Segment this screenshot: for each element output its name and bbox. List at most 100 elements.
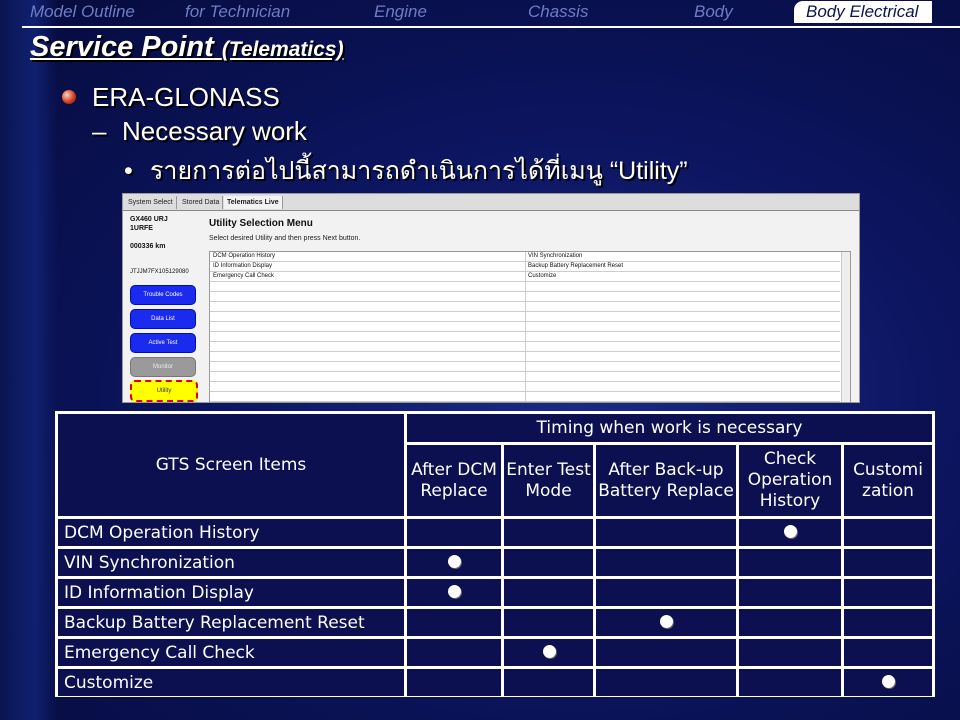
timing-cell — [407, 639, 501, 666]
grid-cell[interactable]: Emergency Call Check — [213, 272, 274, 281]
timing-cell — [596, 519, 736, 546]
vehicle-engine: 1URFE — [130, 225, 153, 232]
grid-row — [210, 352, 840, 362]
vehicle-model: GX460 URJ — [130, 216, 168, 223]
row-item-label: VIN Synchronization — [58, 549, 404, 576]
timing-cell — [844, 549, 932, 576]
gts-tab-bar: System Select Stored Data Telematics Liv… — [123, 194, 859, 211]
timing-cell — [596, 609, 736, 636]
grid-cell[interactable]: DCM Operation History — [213, 252, 275, 261]
nav-model-outline[interactable]: Model Outline — [30, 2, 135, 22]
tab-telematics-live[interactable]: Telematics Live — [224, 196, 283, 209]
header-customization: Customi zation — [844, 445, 932, 516]
timing-cell — [739, 519, 841, 546]
check-dot-icon — [784, 525, 797, 538]
timing-cell — [844, 519, 932, 546]
grid-row — [210, 382, 840, 392]
utility-selection-grid: DCM Operation History VIN Synchronizatio… — [209, 251, 851, 402]
check-dot-icon — [660, 615, 673, 628]
grid-scrollbar[interactable] — [841, 252, 850, 402]
tab-stored-data[interactable]: Stored Data — [179, 196, 224, 209]
page-title-sub: (Telematics) — [221, 38, 344, 61]
nav-body-electrical[interactable]: Body Electrical — [794, 1, 933, 23]
timing-cell — [407, 579, 501, 606]
timing-cell — [739, 609, 841, 636]
grid-row — [210, 312, 840, 322]
active-test-button[interactable]: Active Test — [130, 333, 196, 353]
vehicle-odometer: 000336 km — [130, 243, 166, 250]
grid-cell[interactable]: Backup Battery Replacement Reset — [528, 262, 623, 271]
grid-row — [210, 322, 840, 332]
monitor-button[interactable]: Monitor — [130, 357, 196, 377]
timing-cell — [504, 609, 593, 636]
timing-cell — [739, 639, 841, 666]
timing-cell — [407, 519, 501, 546]
grid-row[interactable]: ID Information Display Backup Battery Re… — [210, 262, 840, 272]
timing-cell — [739, 579, 841, 606]
gts-screenshot: System Select Stored Data Telematics Liv… — [122, 193, 860, 403]
grid-cell[interactable]: Customize — [528, 272, 556, 281]
timing-cell — [844, 639, 932, 666]
check-dot-icon — [448, 585, 461, 598]
grid-cell[interactable]: VIN Synchronization — [528, 252, 582, 261]
subheading-necessary-work: – Necessary work — [92, 116, 307, 147]
nav-divider — [22, 26, 960, 28]
timing-table: GTS Screen Items Timing when work is nec… — [55, 411, 935, 697]
page-title-main: Service Point — [30, 31, 214, 63]
grid-row — [210, 372, 840, 382]
header-timing-group: Timing when work is necessary — [407, 414, 932, 442]
trouble-codes-button[interactable]: Trouble Codes — [130, 285, 196, 305]
timing-cell — [504, 549, 593, 576]
nav-body[interactable]: Body — [694, 2, 733, 22]
thai-instruction-text: รายการต่อไปนี้สามารถดำเนินการได้ที่เมนู … — [150, 157, 688, 185]
row-item-label: Customize — [58, 669, 404, 696]
data-list-button[interactable]: Data List — [130, 309, 196, 329]
header-after-battery-replace: After Back-up Battery Replace — [596, 445, 736, 516]
gts-left-panel: GX460 URJ 1URFE 000336 km JTJJM7FX105129… — [123, 211, 203, 402]
timing-cell — [844, 579, 932, 606]
header-after-dcm-replace: After DCM Replace — [407, 445, 501, 516]
timing-cell — [844, 669, 932, 696]
header-enter-test-mode: Enter Test Mode — [504, 445, 593, 516]
grid-row — [210, 332, 840, 342]
grid-row — [210, 282, 840, 292]
thai-instruction-line: • รายการต่อไปนี้สามารถดำเนินการได้ที่เมนู… — [124, 151, 688, 191]
header-check-operation-history: Check Operation History — [739, 445, 841, 516]
grid-row — [210, 392, 840, 402]
timing-cell — [407, 669, 501, 696]
dash-marker: – — [92, 116, 107, 146]
heading-era-glonass: ERA-GLONASS — [92, 82, 280, 112]
utility-button[interactable]: Utility — [130, 380, 198, 402]
timing-cell — [504, 639, 593, 666]
gts-main-panel: Utility Selection Menu Select desired Ut… — [203, 211, 859, 402]
timing-cell — [596, 579, 736, 606]
check-dot-icon — [542, 645, 556, 658]
row-item-label: ID Information Display — [58, 579, 404, 606]
row-item-label: Backup Battery Replacement Reset — [58, 609, 404, 636]
subheading-text: Necessary work — [122, 116, 307, 146]
timing-cell — [739, 549, 841, 576]
header-gts-screen-items: GTS Screen Items — [58, 414, 404, 516]
timing-cell — [596, 669, 736, 696]
grid-cell[interactable]: ID Information Display — [213, 262, 272, 271]
check-dot-icon — [448, 555, 461, 568]
timing-cell — [504, 519, 593, 546]
timing-cell — [504, 579, 593, 606]
top-navigation: Model Outline for Technician Engine Chas… — [0, 0, 960, 26]
nav-engine[interactable]: Engine — [374, 2, 427, 22]
grid-row — [210, 292, 840, 302]
grid-row[interactable]: DCM Operation History VIN Synchronizatio… — [210, 252, 840, 262]
nav-chassis[interactable]: Chassis — [528, 2, 588, 22]
page-title: Service Point (Telematics) — [30, 31, 344, 64]
dot-marker: • — [124, 157, 133, 185]
utility-menu-heading: Utility Selection Menu — [209, 218, 313, 229]
left-decoration-bar — [0, 0, 58, 720]
nav-for-technician[interactable]: for Technician — [185, 2, 290, 22]
row-item-label: Emergency Call Check — [58, 639, 404, 666]
bullet-ball-icon — [62, 90, 76, 104]
tab-system-select[interactable]: System Select — [125, 196, 177, 209]
timing-cell — [504, 669, 593, 696]
grid-row[interactable]: Emergency Call Check Customize — [210, 272, 840, 282]
timing-cell — [407, 609, 501, 636]
timing-cell — [596, 549, 736, 576]
